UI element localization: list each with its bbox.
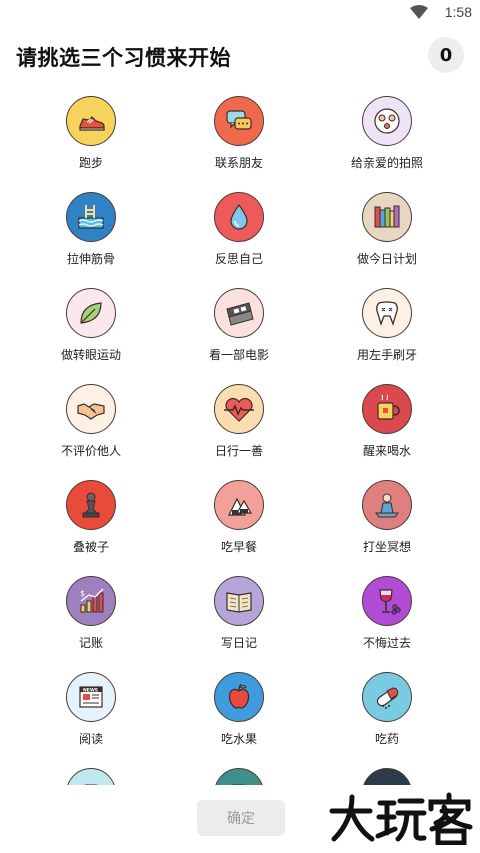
wifi-icon [410,5,428,19]
habit-label: 给亲爱的拍照 [350,156,423,170]
habit-item[interactable]: 叠被子 [17,480,165,576]
apple-icon [214,672,264,722]
habit-grid: 跑步 联系朋友 给亲爱的拍照拉伸筋骨 反思自己 做今日计划做转眼运动 看一部电影 用左手刷牙… [17,96,463,790]
bar-chart-icon: $ [66,576,116,626]
habit-item[interactable]: NEWS 阅读 [17,672,165,768]
habit-item[interactable]: 做今日计划 [313,192,461,288]
habit-label: 反思自己 [214,252,263,266]
meditation-icon [362,480,412,530]
heartbeat-icon [214,384,264,434]
habit-label: 吃早餐 [220,540,257,554]
habit-item[interactable]: 打坐冥想 [313,480,461,576]
habit-item[interactable]: 写日记 [165,576,313,672]
habit-item[interactable]: 不评价他人 [17,384,165,480]
habit-item[interactable]: 不悔过去 [313,576,461,672]
svg-text:NEWS: NEWS [83,688,98,694]
habit-label: 用左手刷牙 [356,348,417,362]
books-icon [362,192,412,242]
habit-label: 记账 [78,636,103,650]
habit-label: 阅读 [78,732,103,746]
wine-glass-icon [362,576,412,626]
confirm-button[interactable]: 确定 [197,800,285,836]
mug-icon [362,384,412,434]
chess-pawn-icon [66,480,116,530]
habit-item[interactable]: 日行一善 [165,384,313,480]
pill-icon [362,672,412,722]
svg-text:$: $ [80,589,85,598]
habit-item[interactable]: $ 记账 [17,576,165,672]
habit-item[interactable]: 醒来喝水 [313,384,461,480]
habit-label: 拉伸筋骨 [66,252,115,266]
habit-item[interactable]: 联系朋友 [165,96,313,192]
leaf-icon [66,288,116,338]
selected-count-badge: 0 [428,37,464,73]
newspaper-icon: NEWS [66,672,116,722]
habit-label: 醒来喝水 [362,444,411,458]
film-strip-icon [214,288,264,338]
swimming-pool-icon [66,192,116,242]
footer: 确定 [0,785,480,853]
habit-item[interactable]: 给亲爱的拍照 [313,96,461,192]
habit-label: 不悔过去 [362,636,411,650]
habit-item[interactable]: 用左手刷牙 [313,288,461,384]
habit-label: 叠被子 [72,540,109,554]
status-time: 1:58 [444,4,472,20]
water-drop-icon [214,192,264,242]
handshake-icon [66,384,116,434]
habit-label: 吃水果 [220,732,257,746]
habit-item[interactable]: 拉伸筋骨 [17,192,165,288]
tooth-icon [362,288,412,338]
habit-label: 打坐冥想 [362,540,411,554]
rice-ball-icon [214,480,264,530]
habit-label: 跑步 [78,156,103,170]
habit-label: 日行一善 [214,444,263,458]
habit-item[interactable]: 跑步 [17,96,165,192]
habit-label: 写日记 [220,636,257,650]
habit-item[interactable]: 吃药 [313,672,461,768]
chat-bubbles-icon [214,96,264,146]
habit-item[interactable]: 看一部电影 [165,288,313,384]
habit-item[interactable]: 吃水果 [165,672,313,768]
watermark-logo [329,792,473,845]
running-shoe-icon [66,96,116,146]
habit-label: 吃药 [374,732,399,746]
habit-label: 不评价他人 [60,444,121,458]
habit-item[interactable]: 吃早餐 [165,480,313,576]
open-book-icon [214,576,264,626]
habit-item[interactable]: 反思自己 [165,192,313,288]
header: 请挑选三个习惯来开始 0 [0,34,480,78]
face-icon [362,96,412,146]
habit-item[interactable]: 做转眼运动 [17,288,165,384]
habit-label: 做今日计划 [356,252,417,266]
page-title: 请挑选三个习惯来开始 [16,46,231,70]
status-bar: 1:58 [0,0,480,26]
habit-label: 看一部电影 [208,348,269,362]
habit-label: 联系朋友 [214,156,263,170]
habit-label: 做转眼运动 [60,348,121,362]
